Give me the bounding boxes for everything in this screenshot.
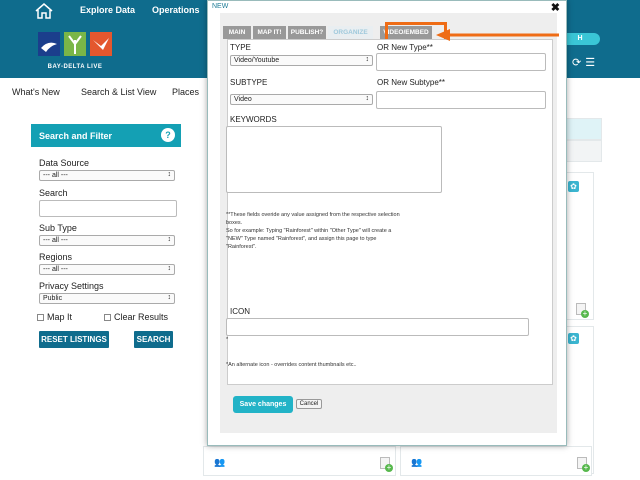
new-item-dialog: NEW ✖ MAIN MAP IT! PUBLISH? ORGANIZE VID…	[207, 0, 567, 446]
privacy-select[interactable]: Public	[39, 293, 175, 304]
add-document-icon[interactable]	[576, 303, 589, 318]
icon-note: *An alternate icon - overrides content t…	[226, 362, 357, 368]
content-card[interactable]: ✿	[566, 172, 594, 320]
data-source-label: Data Source	[39, 158, 90, 168]
dialog-body: MAIN MAP IT! PUBLISH? ORGANIZE VIDEO/EMB…	[220, 13, 557, 433]
form-panel: TYPE Video/Youtube OR New Type** SUBTYPE…	[226, 39, 553, 385]
icon-asterisk: *	[226, 337, 229, 343]
orange-arrow-annotation	[436, 29, 559, 41]
content-card[interactable]: 👥	[203, 446, 396, 476]
keywords-textarea[interactable]	[226, 126, 442, 193]
gear-icon[interactable]: ✿	[568, 333, 579, 344]
tab-map-it[interactable]: MAP IT!	[253, 26, 286, 39]
sub-type-select[interactable]: --- all ---	[39, 235, 175, 246]
search-button[interactable]: SEARCH	[134, 331, 173, 348]
filter-title: Search and Filter	[39, 131, 113, 141]
home-icon[interactable]	[34, 2, 54, 20]
note-line: boxes.	[226, 220, 243, 226]
add-document-icon[interactable]	[380, 457, 393, 472]
regions-label: Regions	[39, 252, 73, 262]
save-changes-button[interactable]: Save changes	[233, 396, 293, 413]
new-subtype-input[interactable]	[376, 91, 546, 109]
sub-type-label: Sub Type	[39, 223, 77, 233]
nav-explore-data[interactable]: Explore Data	[80, 5, 135, 15]
note-line: "NEW" Type named "Rainforest", and assig…	[226, 236, 377, 242]
tab-organize[interactable]: ORGANIZE	[328, 26, 373, 39]
icon-input[interactable]	[226, 318, 529, 336]
privacy-label: Privacy Settings	[39, 281, 104, 291]
regions-select[interactable]: --- all ---	[39, 264, 175, 275]
type-label: TYPE	[230, 43, 251, 52]
override-note: **These fields overide any value assigne…	[226, 211, 456, 251]
new-subtype-label: OR New Subtype**	[377, 78, 446, 87]
search-filter-panel: Search and Filter ? Data Source --- all …	[31, 124, 181, 354]
reset-listings-button[interactable]: RESET LISTINGS	[39, 331, 109, 348]
logo-text: BAY-DELTA LIVE	[47, 64, 103, 70]
add-document-icon[interactable]	[577, 457, 590, 472]
tab-publish[interactable]: PUBLISH?	[288, 26, 326, 39]
list-header	[566, 118, 602, 140]
subnav-search-list[interactable]: Search & List View	[81, 87, 156, 97]
list-subheader	[566, 140, 602, 162]
new-type-label: OR New Type**	[377, 43, 433, 52]
dialog-title: NEW	[212, 3, 229, 10]
people-icon: 👥	[214, 457, 226, 467]
subnav-whats-new[interactable]: What's New	[12, 87, 60, 97]
keywords-label: KEYWORDS	[230, 115, 277, 124]
subnav-places[interactable]: Places	[172, 87, 199, 97]
banner-icons[interactable]: ⟳☰	[572, 56, 599, 69]
type-select[interactable]: Video/Youtube	[230, 55, 373, 66]
gear-icon[interactable]: ✿	[568, 181, 579, 192]
map-it-checkbox[interactable]: Map It	[37, 312, 72, 322]
icon-label: ICON	[230, 307, 250, 316]
help-icon[interactable]: ?	[161, 128, 175, 142]
clear-results-checkbox[interactable]: Clear Results	[104, 312, 168, 322]
nav-operations[interactable]: Operations	[152, 5, 200, 15]
subtype-select[interactable]: Video	[230, 94, 373, 105]
clear-results-label: Clear Results	[114, 312, 169, 322]
tab-main[interactable]: MAIN	[223, 26, 251, 39]
note-line: So for example: Typing "Rainforest" with…	[226, 228, 392, 234]
filter-header: Search and Filter ?	[31, 124, 181, 147]
cancel-button[interactable]: Cancel	[296, 399, 322, 409]
data-source-select[interactable]: --- all ---	[39, 170, 175, 181]
new-type-input[interactable]	[376, 53, 546, 71]
search-label: Search	[39, 188, 68, 198]
search-input[interactable]	[39, 200, 177, 217]
note-line: "Rainforest".	[226, 244, 257, 250]
people-icon: 👥	[411, 457, 423, 467]
note-line: **These fields overide any value assigne…	[226, 212, 400, 218]
content-card[interactable]: 👥	[400, 446, 592, 476]
map-it-label: Map It	[47, 312, 73, 322]
bay-delta-logo[interactable]	[38, 28, 112, 60]
subtype-label: SUBTYPE	[230, 78, 268, 87]
